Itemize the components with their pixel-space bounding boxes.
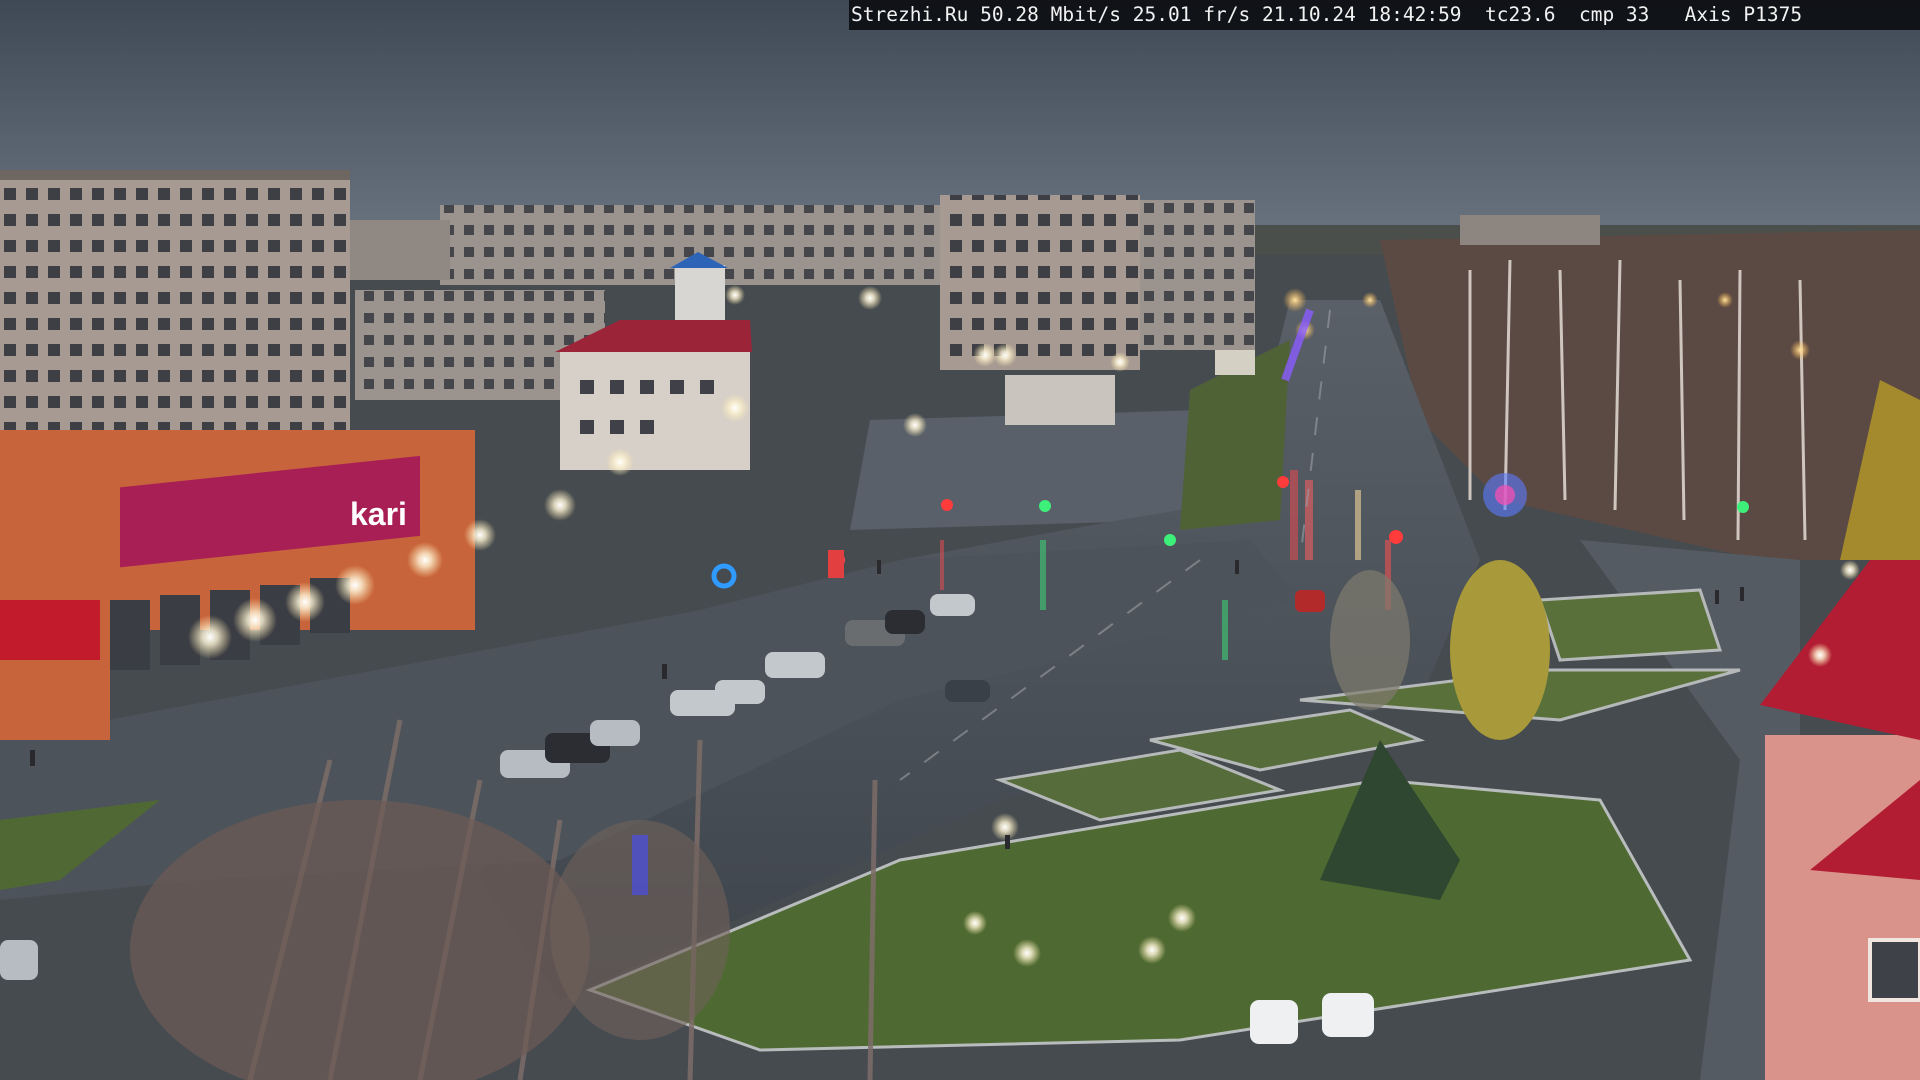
corner-building: [1765, 735, 1920, 1080]
shop-entrance-red: [0, 600, 100, 660]
site-name: Strezhi.Ru: [851, 3, 969, 26]
webcam-scene: kari: [0, 0, 1920, 1080]
time-stamp: 18:42:59: [1367, 3, 1462, 26]
camera-model: Axis P1375: [1684, 3, 1803, 26]
apartment-block-bg-2: [350, 220, 450, 280]
apartment-block-right: [1140, 200, 1255, 350]
apartment-block-far: [1460, 215, 1600, 245]
store-sign-text: kari: [350, 496, 407, 532]
monument: [1005, 375, 1115, 425]
apartment-block-tall: [940, 195, 1140, 370]
cmp-value: cmp 33: [1578, 3, 1650, 26]
tc-value: tc23.6: [1485, 3, 1556, 26]
camera-info-overlay: Strezhi.Ru 50.28 Mbit/s 25.01 fr/s 21.10…: [849, 0, 1920, 30]
yellow-birch: [1450, 560, 1550, 740]
date-stamp: 21.10.24: [1261, 3, 1356, 26]
plaza: [850, 410, 1200, 530]
bitrate: 50.28 Mbit/s: [980, 3, 1122, 26]
framerate: 25.01 fr/s: [1132, 3, 1251, 26]
grass-island-4: [1537, 588, 1723, 662]
blue-tower: [675, 265, 725, 320]
